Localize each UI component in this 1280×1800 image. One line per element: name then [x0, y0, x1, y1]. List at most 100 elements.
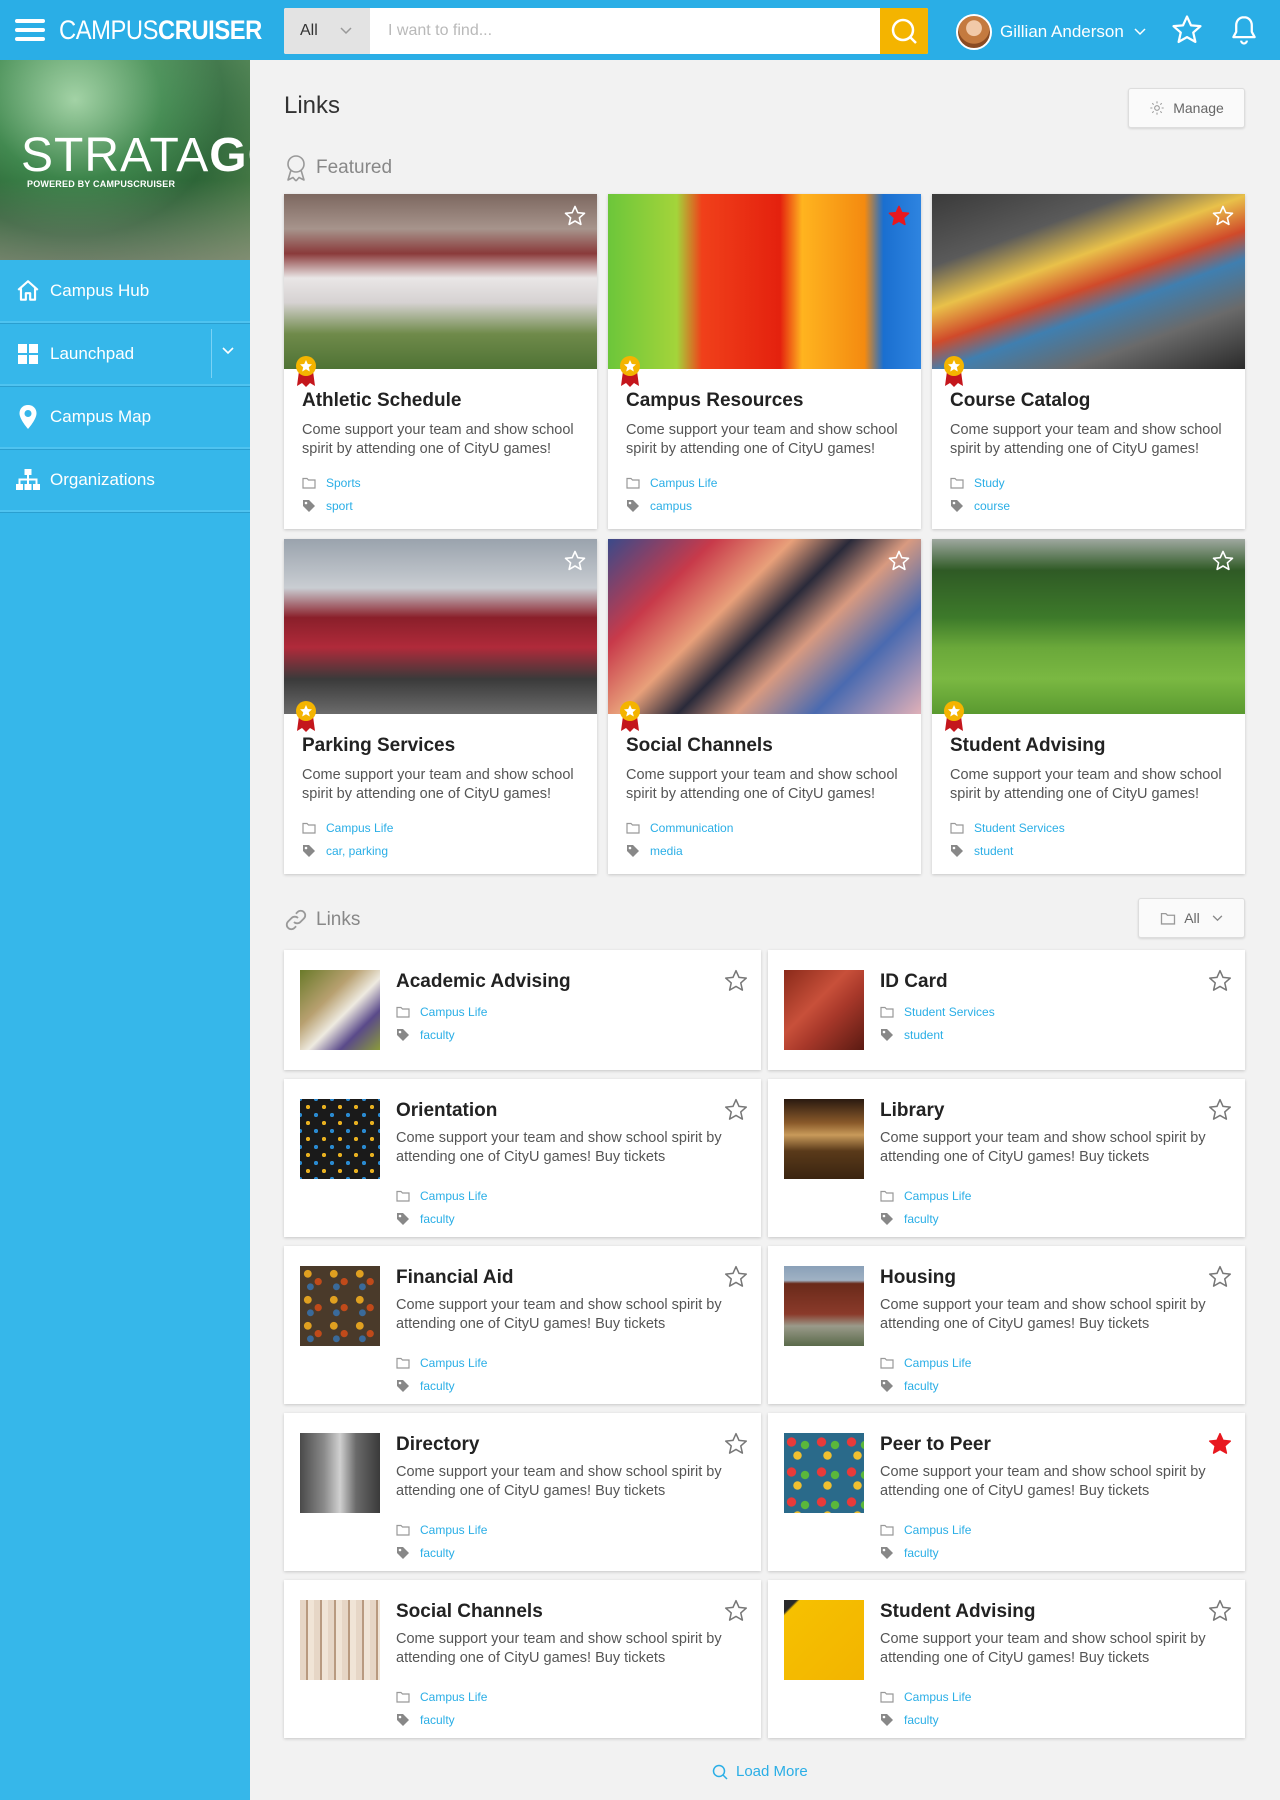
- favorite-star-icon[interactable]: [1211, 204, 1235, 228]
- card-title: Orientation: [396, 1100, 498, 1121]
- tag-link[interactable]: student: [904, 1028, 943, 1042]
- featured-badge-icon: [296, 356, 316, 387]
- user-menu[interactable]: Gillian Anderson: [956, 14, 1146, 50]
- manage-label: Manage: [1173, 100, 1224, 116]
- tag-link[interactable]: faculty: [904, 1713, 939, 1727]
- category-link[interactable]: Campus Life: [420, 1523, 487, 1537]
- map-pin-icon: [19, 404, 37, 429]
- logo-tagline: POWERED BY CAMPUSCRUISER: [27, 179, 176, 189]
- tag-link[interactable]: faculty: [904, 1379, 939, 1393]
- card-category: Study: [950, 476, 1005, 490]
- sidebar-item-campus-hub[interactable]: Campus Hub: [0, 260, 250, 323]
- category-link[interactable]: Sports: [326, 476, 361, 490]
- chevron-down-icon: [1212, 914, 1223, 921]
- link-card[interactable]: Orientation Come support your team and s…: [284, 1079, 761, 1237]
- tag-link[interactable]: sport: [326, 499, 353, 513]
- tag-link[interactable]: faculty: [420, 1212, 455, 1226]
- favorite-star-icon[interactable]: [1211, 549, 1235, 573]
- hamburger-menu-icon[interactable]: [15, 19, 45, 41]
- featured-image: [284, 539, 597, 714]
- link-card[interactable]: Directory Come support your team and sho…: [284, 1413, 761, 1571]
- category-link[interactable]: Campus Life: [904, 1523, 971, 1537]
- category-link[interactable]: Campus Life: [420, 1356, 487, 1370]
- favorite-star-icon[interactable]: [887, 204, 911, 228]
- link-card[interactable]: Library Come support your team and show …: [768, 1079, 1245, 1237]
- category-link[interactable]: Campus Life: [904, 1189, 971, 1203]
- notification-bell-icon[interactable]: [1227, 13, 1261, 47]
- favorite-star-icon[interactable]: [1207, 968, 1233, 994]
- featured-card[interactable]: Campus Resources Come support your team …: [608, 194, 921, 529]
- folder-icon: [396, 1691, 410, 1703]
- featured-card[interactable]: Course Catalog Come support your team an…: [932, 194, 1245, 529]
- favorite-star-icon[interactable]: [1207, 1431, 1233, 1457]
- favorite-star-icon[interactable]: [723, 1097, 749, 1123]
- link-card[interactable]: Social Channels Come support your team a…: [284, 1580, 761, 1738]
- category-link[interactable]: Study: [974, 476, 1005, 490]
- category-link[interactable]: Campus Life: [904, 1356, 971, 1370]
- favorite-star-icon[interactable]: [723, 1431, 749, 1457]
- featured-card[interactable]: Student Advising Come support your team …: [932, 539, 1245, 874]
- sidebar-item-launchpad[interactable]: Launchpad: [0, 323, 250, 386]
- load-more-button[interactable]: Load More: [712, 1763, 808, 1780]
- tag-icon: [881, 1380, 893, 1392]
- chevron-down-icon[interactable]: [222, 347, 234, 355]
- favorite-star-icon[interactable]: [1207, 1598, 1233, 1624]
- featured-card[interactable]: Athletic Schedule Come support your team…: [284, 194, 597, 529]
- category-link[interactable]: Campus Life: [420, 1690, 487, 1704]
- featured-card[interactable]: Parking Services Come support your team …: [284, 539, 597, 874]
- category-filter-dropdown[interactable]: All: [1138, 898, 1245, 938]
- category-link[interactable]: Campus Life: [420, 1189, 487, 1203]
- category-link[interactable]: Communication: [650, 821, 733, 835]
- tag-link[interactable]: faculty: [904, 1546, 939, 1560]
- card-category: Campus Life: [396, 1189, 487, 1203]
- link-card[interactable]: Housing Come support your team and show …: [768, 1246, 1245, 1404]
- favorite-star-icon[interactable]: [723, 1264, 749, 1290]
- tag-link[interactable]: faculty: [420, 1546, 455, 1560]
- app-brand[interactable]: CAMPUSCRUISER: [59, 15, 262, 46]
- folder-icon: [302, 477, 316, 489]
- favorite-star-icon[interactable]: [723, 1598, 749, 1624]
- tag-link[interactable]: course: [974, 499, 1010, 513]
- tag-link[interactable]: faculty: [420, 1713, 455, 1727]
- tag-link[interactable]: student: [974, 844, 1013, 858]
- tag-link[interactable]: campus: [650, 499, 692, 513]
- sidebar-item-campus-map[interactable]: Campus Map: [0, 386, 250, 449]
- category-link[interactable]: Student Services: [904, 1005, 995, 1019]
- category-link[interactable]: Student Services: [974, 821, 1065, 835]
- card-tags: campus: [626, 499, 692, 513]
- favorite-star-icon[interactable]: [1207, 1097, 1233, 1123]
- search-input[interactable]: [370, 8, 880, 54]
- tag-link[interactable]: car, parking: [326, 844, 388, 858]
- favorite-star-icon[interactable]: [563, 204, 587, 228]
- link-card[interactable]: Peer to Peer Come support your team and …: [768, 1413, 1245, 1571]
- tag-link[interactable]: faculty: [420, 1028, 455, 1042]
- tag-link[interactable]: faculty: [904, 1212, 939, 1226]
- category-link[interactable]: Campus Life: [326, 821, 393, 835]
- category-link[interactable]: Campus Life: [650, 476, 717, 490]
- category-link[interactable]: Campus Life: [904, 1690, 971, 1704]
- favorite-star-icon[interactable]: [887, 549, 911, 573]
- card-category: Sports: [302, 476, 361, 490]
- favorite-star-icon[interactable]: [563, 549, 587, 573]
- search-button[interactable]: [880, 8, 928, 54]
- category-link[interactable]: Campus Life: [420, 1005, 487, 1019]
- favorites-star-icon[interactable]: [1170, 13, 1204, 47]
- card-title: Athletic Schedule: [302, 390, 462, 411]
- card-description: Come support your team and show school s…: [880, 1631, 1206, 1666]
- card-description: Come support your team and show school s…: [880, 1297, 1206, 1332]
- link-card[interactable]: Academic Advising Campus Life faculty: [284, 950, 761, 1070]
- folder-icon: [880, 1691, 894, 1703]
- link-card[interactable]: Student Advising Come support your team …: [768, 1580, 1245, 1738]
- card-tags: faculty: [880, 1212, 939, 1226]
- link-card[interactable]: ID Card Student Services student: [768, 950, 1245, 1070]
- featured-image: [608, 194, 921, 369]
- featured-card[interactable]: Social Channels Come support your team a…: [608, 539, 921, 874]
- search-scope-select[interactable]: All: [284, 8, 370, 54]
- tag-link[interactable]: faculty: [420, 1379, 455, 1393]
- tag-link[interactable]: media: [650, 844, 683, 858]
- favorite-star-icon[interactable]: [1207, 1264, 1233, 1290]
- favorite-star-icon[interactable]: [723, 968, 749, 994]
- link-card[interactable]: Financial Aid Come support your team and…: [284, 1246, 761, 1404]
- sidebar-item-organizations[interactable]: Organizations: [0, 449, 250, 512]
- manage-button[interactable]: Manage: [1128, 88, 1245, 128]
